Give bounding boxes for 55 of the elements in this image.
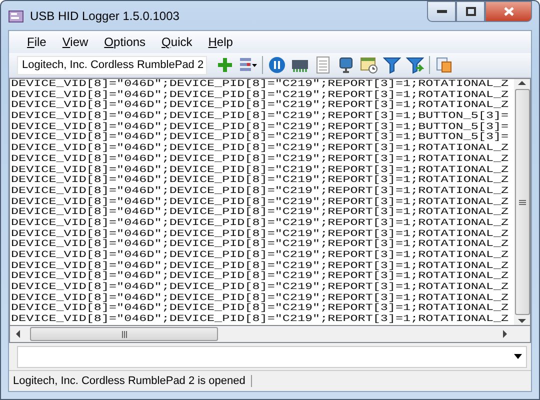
log-line: DEVICE_VID[8]="046D";DEVICE_PID[8]="C219";REPORT[3]=1;BUTTON_5[3]=: [11, 111, 509, 122]
log-line: DEVICE_VID[8]="046D";DEVICE_PID[8]="C219";REPORT[3]=1;ROTATIONAL_Z: [11, 314, 509, 325]
device-dropdown[interactable]: Logitech, Inc. Cordless RumblePad 2: [17, 56, 207, 74]
log-line: DEVICE_VID[8]="046D";DEVICE_PID[8]="C219";REPORT[3]=1;ROTATIONAL_Z: [11, 186, 509, 197]
log-line: DEVICE_VID[8]="046D";DEVICE_PID[8]="C219";REPORT[3]=1;ROTATIONAL_Z: [11, 303, 509, 314]
export-icon[interactable]: [435, 56, 453, 74]
close-icon: [504, 7, 514, 16]
scroll-left-icon[interactable]: [14, 330, 20, 338]
log-line: DEVICE_VID[8]="046D";DEVICE_PID[8]="C219";REPORT[3]=1;ROTATIONAL_Z: [11, 260, 509, 271]
log-line: DEVICE_VID[8]="046D";DEVICE_PID[8]="C219";REPORT[3]=1;ROTATIONAL_Z: [11, 79, 509, 90]
filter-icon[interactable]: [383, 56, 401, 74]
log-line: DEVICE_VID[8]="046D";DEVICE_PID[8]="C219";REPORT[3]=1;BUTTON_5[3]=: [11, 122, 509, 132]
vertical-scrollbar[interactable]: [514, 79, 530, 325]
document-icon[interactable]: [314, 56, 332, 74]
menu-item[interactable]: View: [56, 33, 94, 51]
filter-arrow-icon[interactable]: [406, 56, 424, 74]
log-line: DEVICE_VID[8]="046D";DEVICE_PID[8]="C219";REPORT[3]=1;ROTATIONAL_Z: [11, 228, 509, 239]
log-line: DEVICE_VID[8]="046D";DEVICE_PID[8]="C219";REPORT[3]=1;ROTATIONAL_Z: [11, 292, 509, 303]
log-line: DEVICE_VID[8]="046D";DEVICE_PID[8]="C219";REPORT[3]=1;ROTATIONAL_Z: [11, 143, 509, 154]
pause-icon[interactable]: [268, 56, 286, 74]
window-title: USB HID Logger 1.5.0.1003: [30, 8, 180, 22]
log-line: DEVICE_VID[8]="046D";DEVICE_PID[8]="C219";REPORT[3]=1;ROTATIONAL_Z: [11, 271, 509, 282]
maximize-icon: [466, 7, 476, 16]
log-line: DEVICE_VID[8]="046D";DEVICE_PID[8]="C219";REPORT[3]=1;ROTATIONAL_Z: [11, 90, 509, 100]
app-icon: [8, 8, 24, 24]
log-line: DEVICE_VID[8]="046D";DEVICE_PID[8]="C219";REPORT[3]=1;ROTATIONAL_Z: [11, 154, 509, 164]
menu-item[interactable]: Quick: [156, 33, 198, 51]
minimize-button[interactable]: [427, 1, 456, 22]
log-line: DEVICE_VID[8]="046D";DEVICE_PID[8]="C219";REPORT[3]=1;ROTATIONAL_Z: [11, 175, 509, 186]
scroll-right-icon[interactable]: [502, 330, 508, 338]
close-button[interactable]: [485, 1, 532, 22]
plus-icon[interactable]: [216, 56, 234, 74]
log-line: DEVICE_VID[8]="046D";DEVICE_PID[8]="C219";REPORT[3]=1;ROTATIONAL_Z: [11, 250, 509, 261]
list-icon[interactable]: [239, 56, 257, 74]
log-line: DEVICE_VID[8]="046D";DEVICE_PID[8]="C219";REPORT[3]=1;BUTTON_5[3]=: [11, 132, 509, 143]
log-line: DEVICE_VID[8]="046D";DEVICE_PID[8]="C219";REPORT[3]=1;ROTATIONAL_Z: [11, 282, 509, 293]
grip-icon[interactable]: [122, 330, 126, 338]
horizontal-scrollbar[interactable]: [9, 326, 531, 343]
log-line: DEVICE_VID[8]="046D";DEVICE_PID[8]="C219";REPORT[3]=1;ROTATIONAL_Z: [11, 100, 509, 111]
log-line: DEVICE_VID[8]="046D";DEVICE_PID[8]="C219";REPORT[3]=1;ROTATIONAL_Z: [11, 239, 509, 250]
monitor-icon[interactable]: [337, 56, 355, 74]
status-text: Logitech, Inc. Cordless RumblePad 2 is opened: [13, 375, 252, 387]
grip-icon[interactable]: [518, 200, 526, 204]
menu-item[interactable]: File: [21, 33, 52, 51]
log-line: DEVICE_VID[8]="046D";DEVICE_PID[8]="C219";REPORT[3]=1;ROTATIONAL_Z: [11, 196, 509, 207]
minimize-icon: [436, 10, 446, 14]
calendar-clock-icon[interactable]: [360, 56, 378, 74]
menu-item[interactable]: Help: [202, 33, 239, 51]
caret-icon[interactable]: [514, 354, 522, 359]
menu-item[interactable]: Options: [98, 33, 152, 51]
command-field[interactable]: [17, 346, 527, 368]
maximize-button[interactable]: [456, 1, 485, 22]
log-line: DEVICE_VID[8]="046D";DEVICE_PID[8]="C219";REPORT[3]=1;ROTATIONAL_Z: [11, 218, 509, 229]
log-line: DEVICE_VID[8]="046D";DEVICE_PID[8]="C219";REPORT[3]=1;ROTATIONAL_Z: [11, 164, 509, 175]
log-line: DEVICE_VID[8]="046D";DEVICE_PID[8]="C219";REPORT[3]=1;ROTATIONAL_Z: [11, 207, 509, 218]
